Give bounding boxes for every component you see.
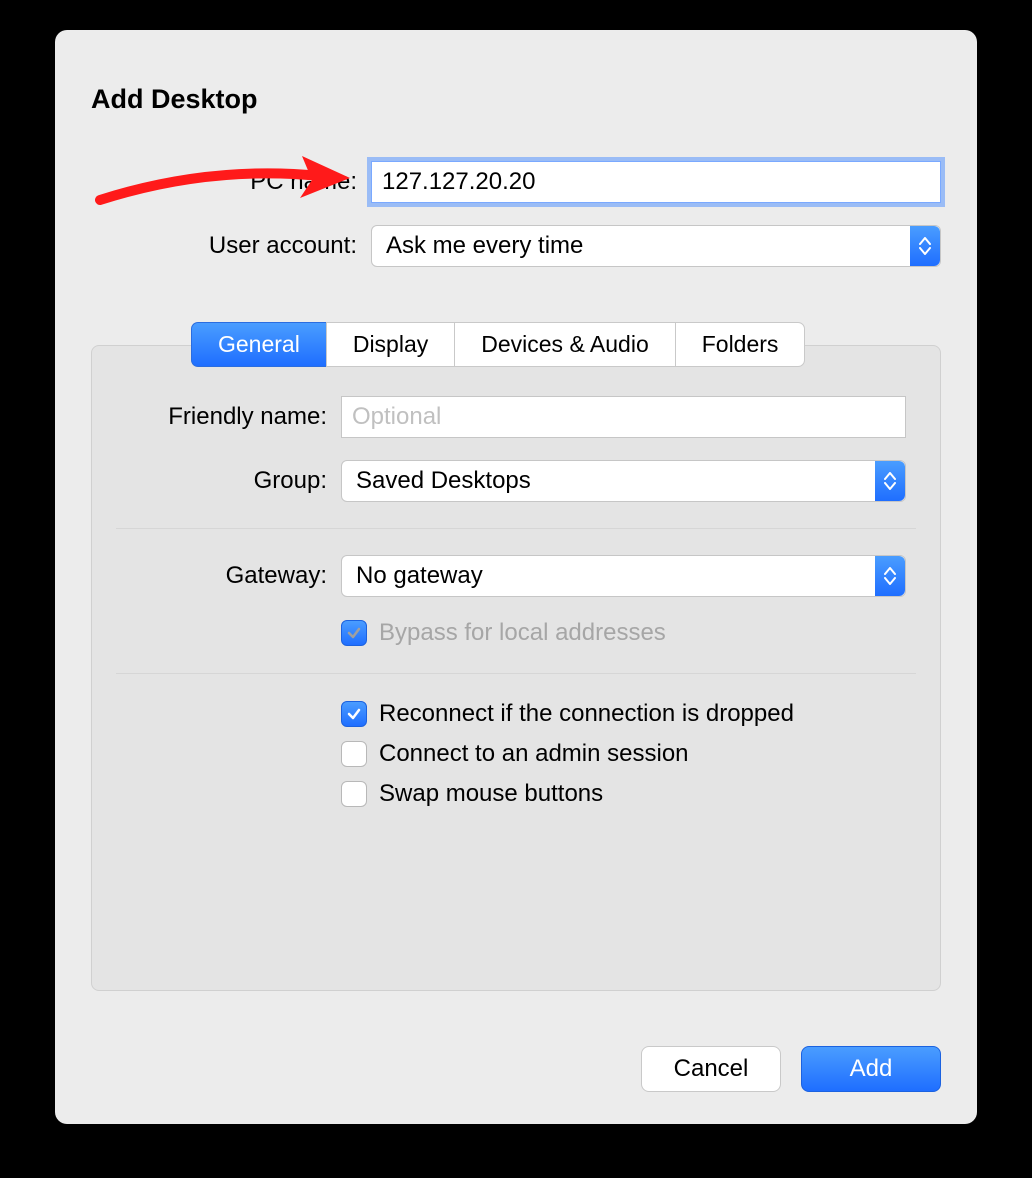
chevron-up-down-icon [910, 226, 940, 266]
friendly-name-row: Friendly name: [126, 396, 906, 438]
pc-name-row: PC name: [91, 161, 941, 203]
gateway-label: Gateway: [126, 562, 341, 590]
user-account-select[interactable]: Ask me every time [371, 225, 941, 267]
settings-tabbar: General Display Devices & Audio Folders [191, 322, 841, 367]
bypass-checkbox-row: Bypass for local addresses [341, 619, 906, 647]
chevron-up-down-icon [875, 556, 905, 596]
tab-general[interactable]: General [191, 322, 326, 367]
reconnect-checkbox-row: Reconnect if the connection is dropped [341, 700, 906, 728]
pc-name-input[interactable] [371, 161, 941, 203]
divider [116, 673, 916, 674]
add-desktop-dialog: Add Desktop PC name: User account: Ask m… [55, 30, 977, 1124]
user-account-label: User account: [91, 232, 371, 260]
tab-folders[interactable]: Folders [675, 322, 806, 367]
admin-checkbox-row: Connect to an admin session [341, 740, 906, 768]
swap-checkbox[interactable] [341, 781, 367, 807]
user-account-value: Ask me every time [372, 232, 910, 260]
chevron-up-down-icon [875, 461, 905, 501]
dialog-footer: Cancel Add [641, 1046, 941, 1092]
group-label: Group: [126, 467, 341, 495]
tab-devices-audio[interactable]: Devices & Audio [454, 322, 674, 367]
group-row: Group: Saved Desktops [126, 460, 906, 502]
group-select[interactable]: Saved Desktops [341, 460, 906, 502]
general-panel: Friendly name: Group: Saved Desktops Gat… [91, 345, 941, 991]
bypass-checkbox [341, 620, 367, 646]
add-button[interactable]: Add [801, 1046, 941, 1092]
group-value: Saved Desktops [342, 467, 875, 495]
admin-checkbox[interactable] [341, 741, 367, 767]
friendly-name-label: Friendly name: [126, 403, 341, 431]
tab-display[interactable]: Display [326, 322, 454, 367]
dialog-title: Add Desktop [91, 84, 941, 115]
user-account-row: User account: Ask me every time [91, 225, 941, 267]
reconnect-label: Reconnect if the connection is dropped [379, 700, 794, 728]
swap-label: Swap mouse buttons [379, 780, 603, 808]
reconnect-checkbox[interactable] [341, 701, 367, 727]
bypass-label: Bypass for local addresses [379, 619, 666, 647]
friendly-name-input[interactable] [341, 396, 906, 438]
divider [116, 528, 916, 529]
gateway-select[interactable]: No gateway [341, 555, 906, 597]
pc-name-label: PC name: [91, 168, 371, 196]
gateway-value: No gateway [342, 562, 875, 590]
admin-label: Connect to an admin session [379, 740, 689, 768]
swap-checkbox-row: Swap mouse buttons [341, 780, 906, 808]
gateway-row: Gateway: No gateway [126, 555, 906, 597]
cancel-button[interactable]: Cancel [641, 1046, 781, 1092]
